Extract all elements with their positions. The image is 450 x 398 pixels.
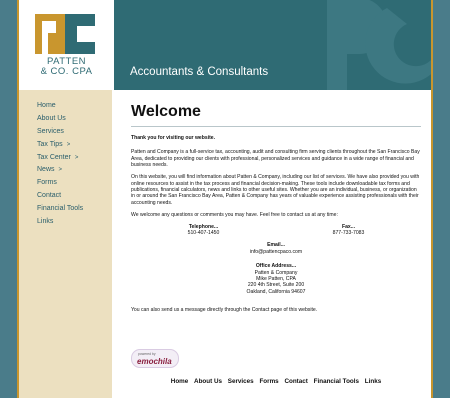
telephone-value[interactable]: 510-407-1450 [188, 230, 220, 236]
closing-paragraph: You can also send us a message directly … [131, 307, 318, 314]
footer-link-home[interactable]: Home [171, 378, 189, 385]
sidebar-item-services[interactable]: Services [19, 126, 112, 139]
fax-block: Fax... 877-733-7083 [333, 224, 365, 237]
phone-fax-row: Telephone... 510-407-1450 Fax... 877-733… [131, 224, 421, 237]
footer-link-services[interactable]: Services [228, 378, 254, 385]
office-line: Oakland, California 94607 [246, 288, 306, 295]
sidebar-item-forms[interactable]: Forms [19, 177, 112, 190]
sidebar-item-links[interactable]: Links [19, 216, 112, 229]
badge-powered-by: powered by [138, 352, 156, 356]
footer-link-forms[interactable]: Forms [259, 378, 278, 385]
page-frame: PATTEN & CO. CPA Accountants & Consultan… [17, 0, 433, 398]
badge-brand: emochila [137, 357, 172, 366]
sidebar-item-arrow: > [58, 167, 63, 174]
sidebar-item-home[interactable]: Home [19, 100, 112, 113]
sidebar-item-label: Forms [37, 179, 57, 187]
intro-paragraph: Patten and Company is a full-service tax… [131, 149, 420, 169]
sidebar-item-arrow: > [74, 154, 79, 161]
footer-link-links[interactable]: Links [365, 378, 381, 385]
footer-link-financial-tools[interactable]: Financial Tools [314, 378, 359, 385]
page-title: Welcome [131, 103, 201, 120]
fax-value: 877-733-7083 [332, 229, 365, 236]
telephone-block: Telephone... 510-407-1450 [188, 224, 220, 237]
office-address-block: Office Address... Patten & Company Mike … [131, 263, 421, 295]
main-content: Welcome Thank you for visiting our websi… [131, 102, 421, 319]
sidebar-item-financial-tools[interactable]: Financial Tools [19, 203, 112, 216]
emochila-badge[interactable]: powered by emochila [131, 349, 179, 368]
sidebar-item-label: Tax Center [37, 153, 71, 161]
sidebar: Home About Us Services Tax Tips > Tax Cen… [19, 90, 112, 398]
sidebar-item-label: Tax Tips [37, 140, 63, 148]
sidebar-item-label: News [37, 166, 55, 174]
logo[interactable]: PATTEN & CO. CPA [19, 0, 114, 90]
resources-paragraph: On this website, you will find informati… [131, 174, 420, 206]
footer-nav: Home About Us Services Forms Contact Fin… [131, 378, 421, 385]
sidebar-item-label: About Us [37, 114, 66, 122]
sidebar-item-label: Financial Tools [37, 205, 84, 213]
logo-name: PATTEN & CO. CPA [19, 57, 114, 77]
tagline: Accountants & Consultants [130, 66, 269, 78]
title-divider [131, 126, 421, 127]
logo-monogram-icon [35, 14, 95, 54]
email-block: Email... info@pattencpaco.com [131, 242, 421, 255]
sidebar-item-label: Services [37, 127, 64, 135]
sidebar-item-tax-tips[interactable]: Tax Tips > [19, 139, 112, 152]
site-header: PATTEN & CO. CPA Accountants & Consultan… [19, 0, 431, 90]
footer-link-contact[interactable]: Contact [284, 378, 307, 385]
email-link[interactable]: info@pattencpaco.com [131, 249, 421, 255]
sidebar-item-label: Contact [37, 192, 62, 200]
sidebar-item-arrow: > [66, 141, 71, 148]
welcome-thanks: Thank you for visiting our website. [131, 135, 216, 141]
header-monogram-watermark-icon [327, 0, 431, 90]
sidebar-item-tax-center[interactable]: Tax Center > [19, 152, 112, 165]
sidebar-item-label: Links [37, 218, 54, 226]
sidebar-nav: Home About Us Services Tax Tips > Tax Cen… [19, 90, 112, 229]
sidebar-item-label: Home [37, 102, 56, 109]
sidebar-item-contact[interactable]: Contact [19, 190, 112, 203]
logo-name-line2: & CO. CPA [40, 66, 93, 77]
sidebar-item-news[interactable]: News > [19, 164, 112, 177]
sidebar-item-about-us[interactable]: About Us [19, 113, 112, 126]
footer-link-about-us[interactable]: About Us [194, 378, 222, 385]
contact-invite-paragraph: We welcome any questions or comments you… [131, 211, 338, 218]
